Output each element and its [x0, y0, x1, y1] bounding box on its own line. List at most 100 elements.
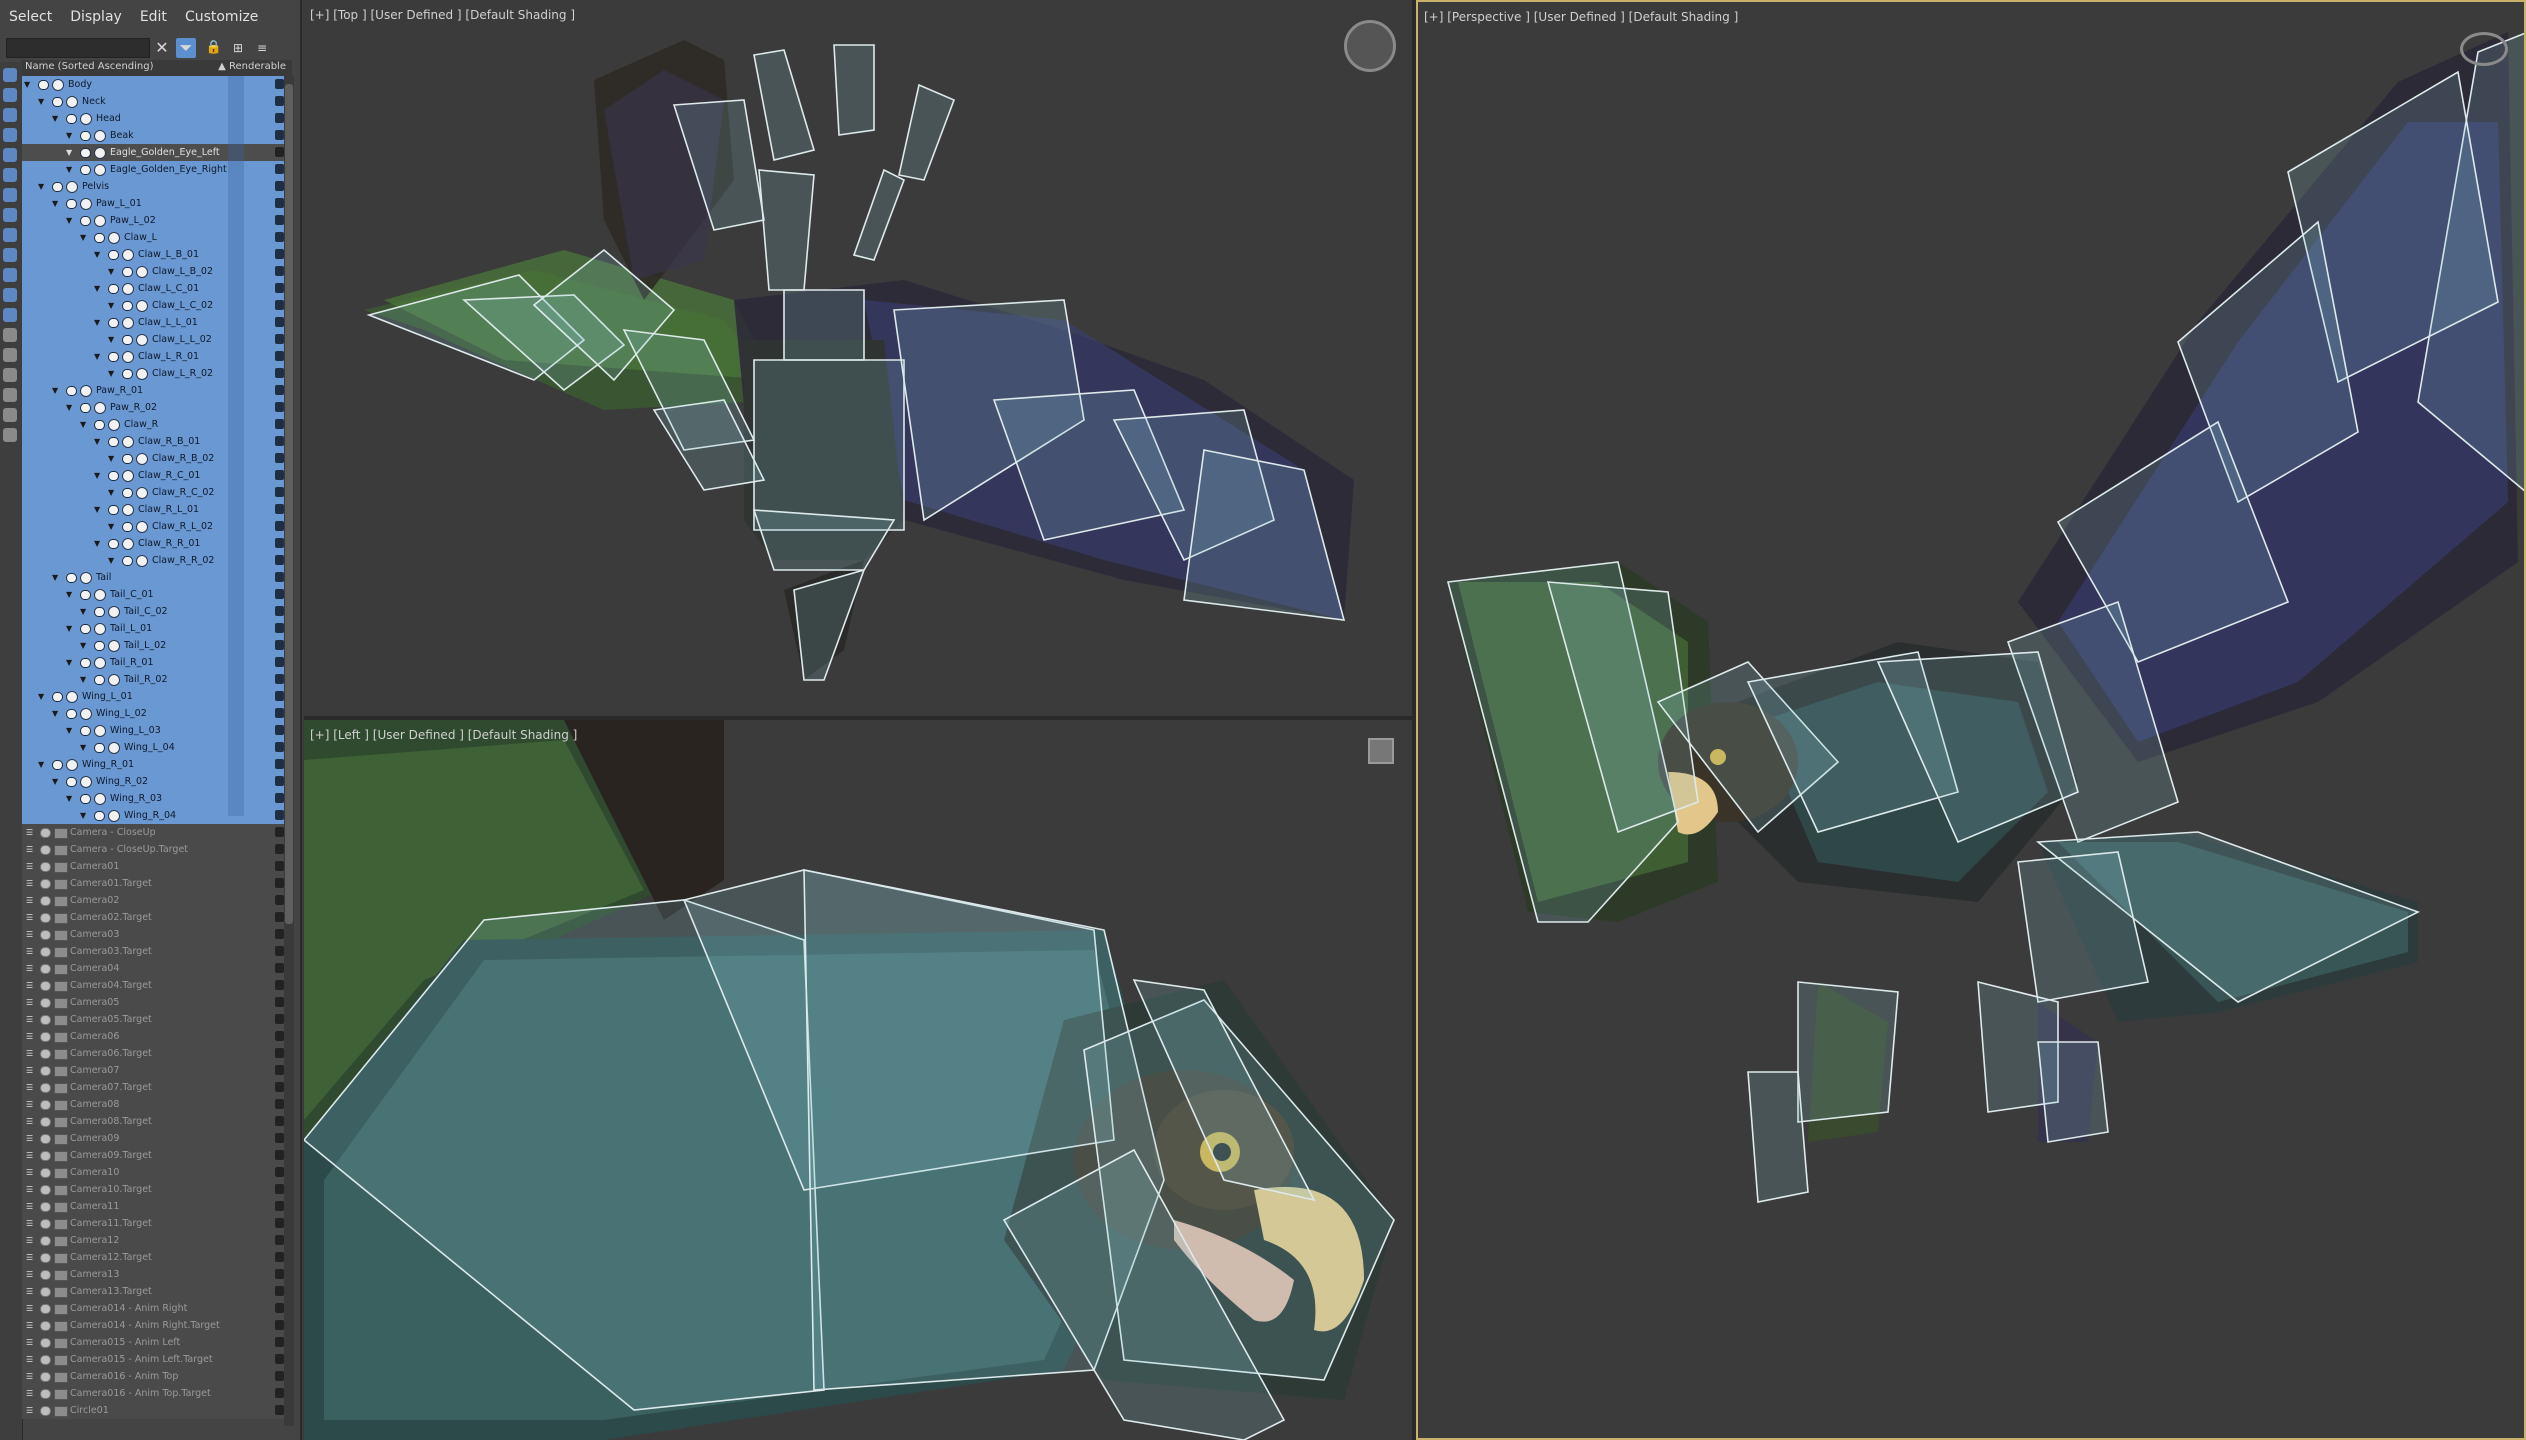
tree-row-camera[interactable]: ☰ Camera12.Target — [22, 1249, 284, 1266]
renderable-teapot-icon[interactable] — [275, 623, 284, 633]
tree-scrollbar[interactable] — [284, 76, 294, 1426]
expand-caret-icon[interactable]: ☰ — [26, 1215, 33, 1232]
tree-row-camera[interactable]: ☰ Camera015 - Anim Left.Target — [22, 1351, 284, 1368]
hierarchy-flat-icon[interactable]: ≡ — [252, 38, 272, 58]
frozen-filter-icon[interactable] — [3, 288, 17, 302]
visibility-eye-icon[interactable] — [94, 420, 105, 430]
tree-row[interactable]: ▼ Wing_L_01 — [22, 688, 284, 705]
renderable-teapot-icon[interactable] — [275, 1388, 284, 1398]
group-filter-icon[interactable] — [3, 188, 17, 202]
expand-caret-icon[interactable]: ▼ — [108, 331, 114, 348]
expand-caret-icon[interactable]: ☰ — [26, 977, 33, 994]
tree-row[interactable]: ▼ Claw_L_C_01 — [22, 280, 284, 297]
visibility-eye-icon[interactable] — [40, 1406, 51, 1416]
expand-caret-icon[interactable]: ☰ — [26, 858, 33, 875]
visibility-eye-icon[interactable] — [66, 199, 77, 209]
renderable-teapot-icon[interactable] — [275, 1269, 284, 1279]
visibility-eye-icon[interactable] — [108, 471, 119, 481]
tree-row[interactable]: ▼ Wing_R_04 — [22, 807, 284, 824]
expand-caret-icon[interactable]: ☰ — [26, 1079, 33, 1096]
expand-caret-icon[interactable]: ▼ — [108, 365, 114, 382]
visibility-eye-icon[interactable] — [40, 913, 51, 923]
renderable-teapot-icon[interactable] — [275, 1133, 284, 1143]
expand-caret-icon[interactable]: ▼ — [108, 263, 114, 280]
renderable-teapot-icon[interactable] — [275, 130, 284, 140]
expand-caret-icon[interactable]: ▼ — [80, 671, 86, 688]
expand-caret-icon[interactable]: ▼ — [94, 246, 100, 263]
expand-caret-icon[interactable]: ☰ — [26, 841, 33, 858]
visibility-eye-icon[interactable] — [108, 284, 119, 294]
viewport-perspective[interactable]: [+] [Perspective ] [User Defined ] [Defa… — [1416, 0, 2526, 1440]
renderable-teapot-icon[interactable] — [275, 402, 284, 412]
shape-filter-icon[interactable] — [3, 88, 17, 102]
visibility-eye-icon[interactable] — [80, 590, 91, 600]
expand-caret-icon[interactable]: ▼ — [80, 229, 86, 246]
visibility-eye-icon[interactable] — [40, 947, 51, 957]
expand-caret-icon[interactable]: ☰ — [26, 1011, 33, 1028]
expand-caret-icon[interactable]: ▼ — [108, 484, 114, 501]
visibility-eye-icon[interactable] — [40, 1338, 51, 1348]
visibility-eye-icon[interactable] — [122, 301, 133, 311]
visibility-eye-icon[interactable] — [80, 403, 91, 413]
particle-filter-icon[interactable] — [3, 248, 17, 262]
visibility-eye-icon[interactable] — [122, 335, 133, 345]
renderable-teapot-icon[interactable] — [275, 521, 284, 531]
expand-caret-icon[interactable]: ▼ — [80, 807, 86, 824]
close-icon[interactable]: ✕ — [152, 38, 172, 58]
renderable-teapot-icon[interactable] — [275, 300, 284, 310]
visibility-eye-icon[interactable] — [40, 1015, 51, 1025]
hierarchy-icon[interactable]: ⊞ — [228, 38, 248, 58]
tree-row[interactable]: ▼ Claw_R — [22, 416, 284, 433]
tree-row[interactable]: ▼ Tail_C_01 — [22, 586, 284, 603]
expand-caret-icon[interactable]: ☰ — [26, 1385, 33, 1402]
expand-caret-icon[interactable]: ▼ — [66, 620, 72, 637]
expand-caret-icon[interactable]: ☰ — [26, 1096, 33, 1113]
tree-row-camera[interactable]: ☰ Camera09.Target — [22, 1147, 284, 1164]
invert-filter-icon[interactable] — [3, 368, 17, 382]
expand-caret-icon[interactable]: ▼ — [66, 144, 72, 161]
visibility-eye-icon[interactable] — [80, 148, 91, 158]
layer-filter-icon[interactable] — [3, 388, 17, 402]
visibility-eye-icon[interactable] — [40, 862, 51, 872]
visibility-eye-icon[interactable] — [80, 794, 91, 804]
viewcube-icon[interactable] — [1368, 738, 1394, 764]
expand-caret-icon[interactable]: ▼ — [52, 705, 58, 722]
tree-row[interactable]: ▼ Claw_L_B_01 — [22, 246, 284, 263]
visibility-eye-icon[interactable] — [80, 216, 91, 226]
expand-caret-icon[interactable]: ▼ — [80, 416, 86, 433]
expand-caret-icon[interactable]: ▼ — [66, 722, 72, 739]
tree-row[interactable]: ▼ Claw_R_R_02 — [22, 552, 284, 569]
expand-caret-icon[interactable]: ☰ — [26, 1317, 33, 1334]
tree-row[interactable]: ▼ Claw_R_B_02 — [22, 450, 284, 467]
tree-row-camera[interactable]: ☰ Camera10 — [22, 1164, 284, 1181]
expand-caret-icon[interactable]: ☰ — [26, 960, 33, 977]
renderable-teapot-icon[interactable] — [275, 640, 284, 650]
expand-caret-icon[interactable]: ☰ — [26, 1351, 33, 1368]
renderable-teapot-icon[interactable] — [275, 1218, 284, 1228]
renderable-teapot-icon[interactable] — [275, 861, 284, 871]
renderable-teapot-icon[interactable] — [275, 1252, 284, 1262]
tree-row[interactable]: ▼ Tail_L_02 — [22, 637, 284, 654]
expand-caret-icon[interactable]: ▼ — [66, 212, 72, 229]
renderable-teapot-icon[interactable] — [275, 1065, 284, 1075]
visibility-eye-icon[interactable] — [122, 267, 133, 277]
renderable-teapot-icon[interactable] — [275, 283, 284, 293]
renderable-teapot-icon[interactable] — [275, 912, 284, 922]
expand-caret-icon[interactable]: ☰ — [26, 1266, 33, 1283]
visibility-eye-icon[interactable] — [108, 352, 119, 362]
renderable-teapot-icon[interactable] — [275, 504, 284, 514]
expand-caret-icon[interactable]: ▼ — [24, 76, 30, 93]
find-filter-icon[interactable] — [3, 408, 17, 422]
tree-row-camera[interactable]: ☰ Camera016 - Anim Top.Target — [22, 1385, 284, 1402]
expand-caret-icon[interactable]: ☰ — [26, 1062, 33, 1079]
visibility-eye-icon[interactable] — [66, 709, 77, 719]
tree-row[interactable]: ▼ Wing_L_04 — [22, 739, 284, 756]
renderable-teapot-icon[interactable] — [275, 436, 284, 446]
renderable-teapot-icon[interactable] — [275, 1354, 284, 1364]
tree-row[interactable]: ▼ Claw_R_C_02 — [22, 484, 284, 501]
visibility-eye-icon[interactable] — [40, 879, 51, 889]
tree-row-camera[interactable]: ☰ Camera03.Target — [22, 943, 284, 960]
tree-row[interactable]: ▼ Claw_R_R_01 — [22, 535, 284, 552]
viewport-left-label[interactable]: [+] [Left ] [User Defined ] [Default Sha… — [310, 728, 577, 742]
all-filter-icon[interactable] — [3, 328, 17, 342]
